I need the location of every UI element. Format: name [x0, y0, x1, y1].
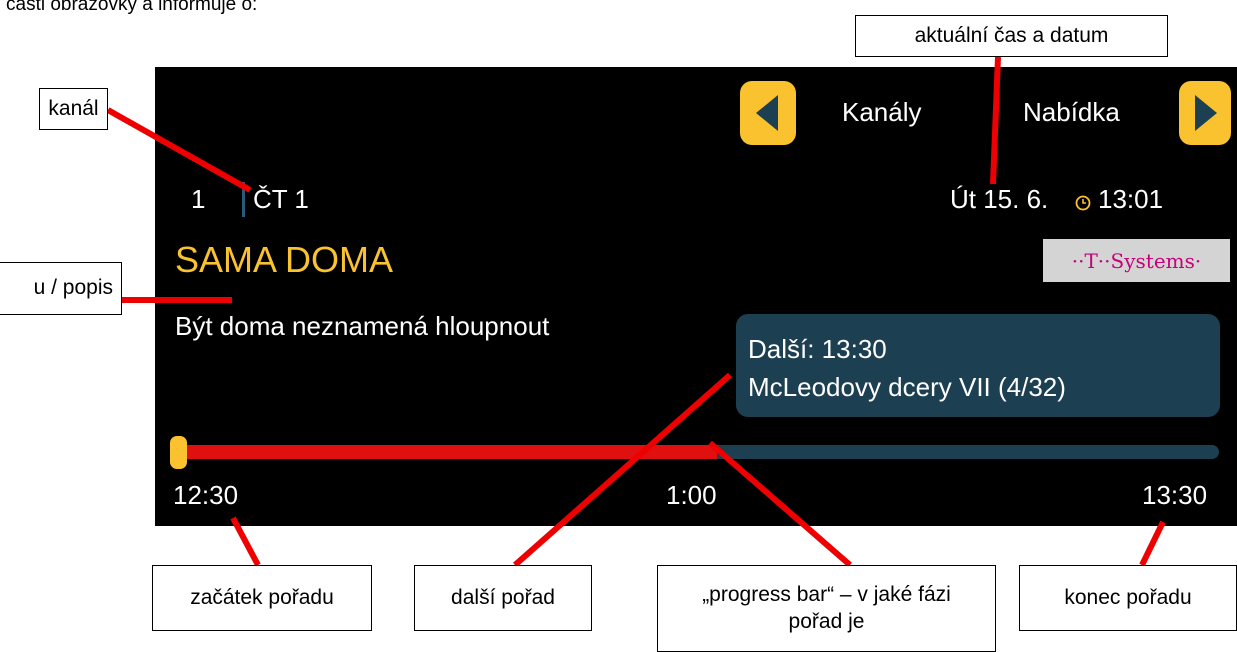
- callout-lines: [106, 56, 1166, 568]
- line-start: [230, 516, 261, 567]
- callout-start: začátek pořadu: [152, 565, 372, 631]
- callout-next: další pořad: [414, 565, 592, 631]
- callout-end: konec pořadu: [1019, 565, 1237, 631]
- callout-datetime: aktuální čas a datum: [855, 15, 1168, 57]
- line-datetime: [990, 56, 1001, 185]
- callout-progress: „progress bar“ – v jaké fázi pořad je: [657, 565, 996, 652]
- callout-title-desc: u / popis: [0, 262, 122, 315]
- line-next: [513, 372, 732, 568]
- line-kanal: [106, 107, 252, 193]
- callout-kanal: kanál: [39, 88, 108, 130]
- line-progress: [708, 440, 852, 568]
- line-end: [1139, 520, 1166, 567]
